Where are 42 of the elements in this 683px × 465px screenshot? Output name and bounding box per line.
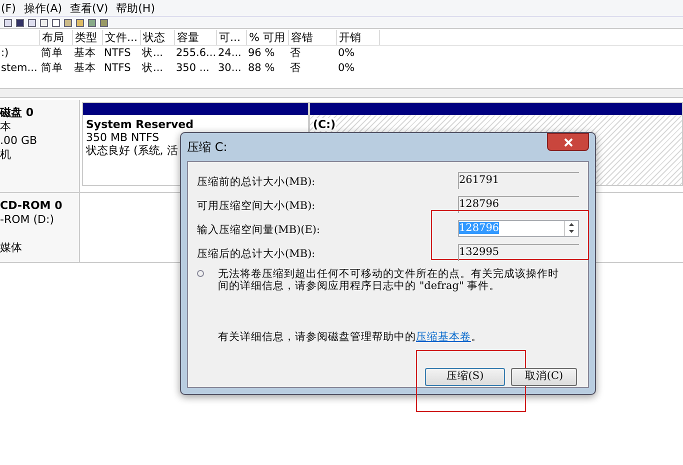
table-cell: 255.6...: [175, 46, 217, 61]
disk-label-text: 磁盘 0: [0, 106, 34, 120]
table-cell-text: 基本: [73, 46, 97, 61]
field-label: 输入压缩空间量(MB)(E):: [197, 223, 322, 238]
disk-label-text: 本: [0, 120, 12, 134]
help-text: 有关详细信息，请参阅磁盘管理帮助中的压缩基本卷。: [218, 330, 483, 345]
table-cell-text: 状...: [141, 61, 164, 76]
partition-text: System Reserved: [86, 118, 194, 131]
field-label: 压缩前的总计大小(MB):: [197, 175, 316, 190]
table-cell-text: 状...: [141, 46, 164, 61]
dialog-title: 压缩 C:: [187, 139, 228, 156]
partition-text: 350 MB NTFS: [86, 131, 160, 144]
field-label: 可用压缩空间大小(MB):: [197, 199, 316, 214]
table-cell-text: stem...: [0, 61, 38, 76]
note-text: 无法将卷压缩到超出任何不可移动的文件所在的点。有关完成该操作时间的详细信息，请参阅应用程序日志中的 "defrag" 事件。: [218, 268, 560, 292]
disk-status-text: 媒体: [0, 241, 23, 255]
table-cell-text: 0%: [337, 61, 356, 76]
field-label: 压缩后的总计大小(MB):: [197, 247, 316, 262]
disk-label-text: -ROM (D:): [0, 213, 56, 227]
table-cell-text: 否: [289, 46, 302, 61]
table-cell-text: NTFS: [103, 46, 132, 61]
table-cell-text: 简单: [40, 61, 64, 76]
table-cell-text: :): [0, 46, 10, 61]
table-cell-text: 简单: [40, 46, 64, 61]
table-cell-text: 350 ...: [175, 61, 210, 76]
disk-label-text: .00 GB: [0, 134, 38, 148]
table-cell-text: 96 %: [247, 46, 276, 61]
partition-text: 状态良好 (系统, 活: [86, 144, 178, 157]
partition-text: (C:): [313, 118, 336, 131]
readonly-field: 128796: [458, 196, 579, 212]
table-cell-text: 24...: [217, 46, 242, 61]
table-cell-text: 基本: [73, 61, 97, 76]
shrink-amount-value: 128796: [459, 220, 500, 236]
readonly-field: 261791: [458, 172, 579, 188]
table-cell-text: 30...: [217, 61, 242, 76]
table-cell-text: 否: [289, 61, 302, 76]
table-cell-text: 88 %: [247, 61, 276, 76]
table-cell-text: NTFS: [103, 61, 132, 76]
disk-label-text: CD-ROM 0: [0, 199, 64, 213]
readonly-field: 132995: [458, 244, 579, 260]
table-cell-text: 0%: [337, 46, 356, 61]
disk-status-text: 机: [0, 148, 12, 162]
